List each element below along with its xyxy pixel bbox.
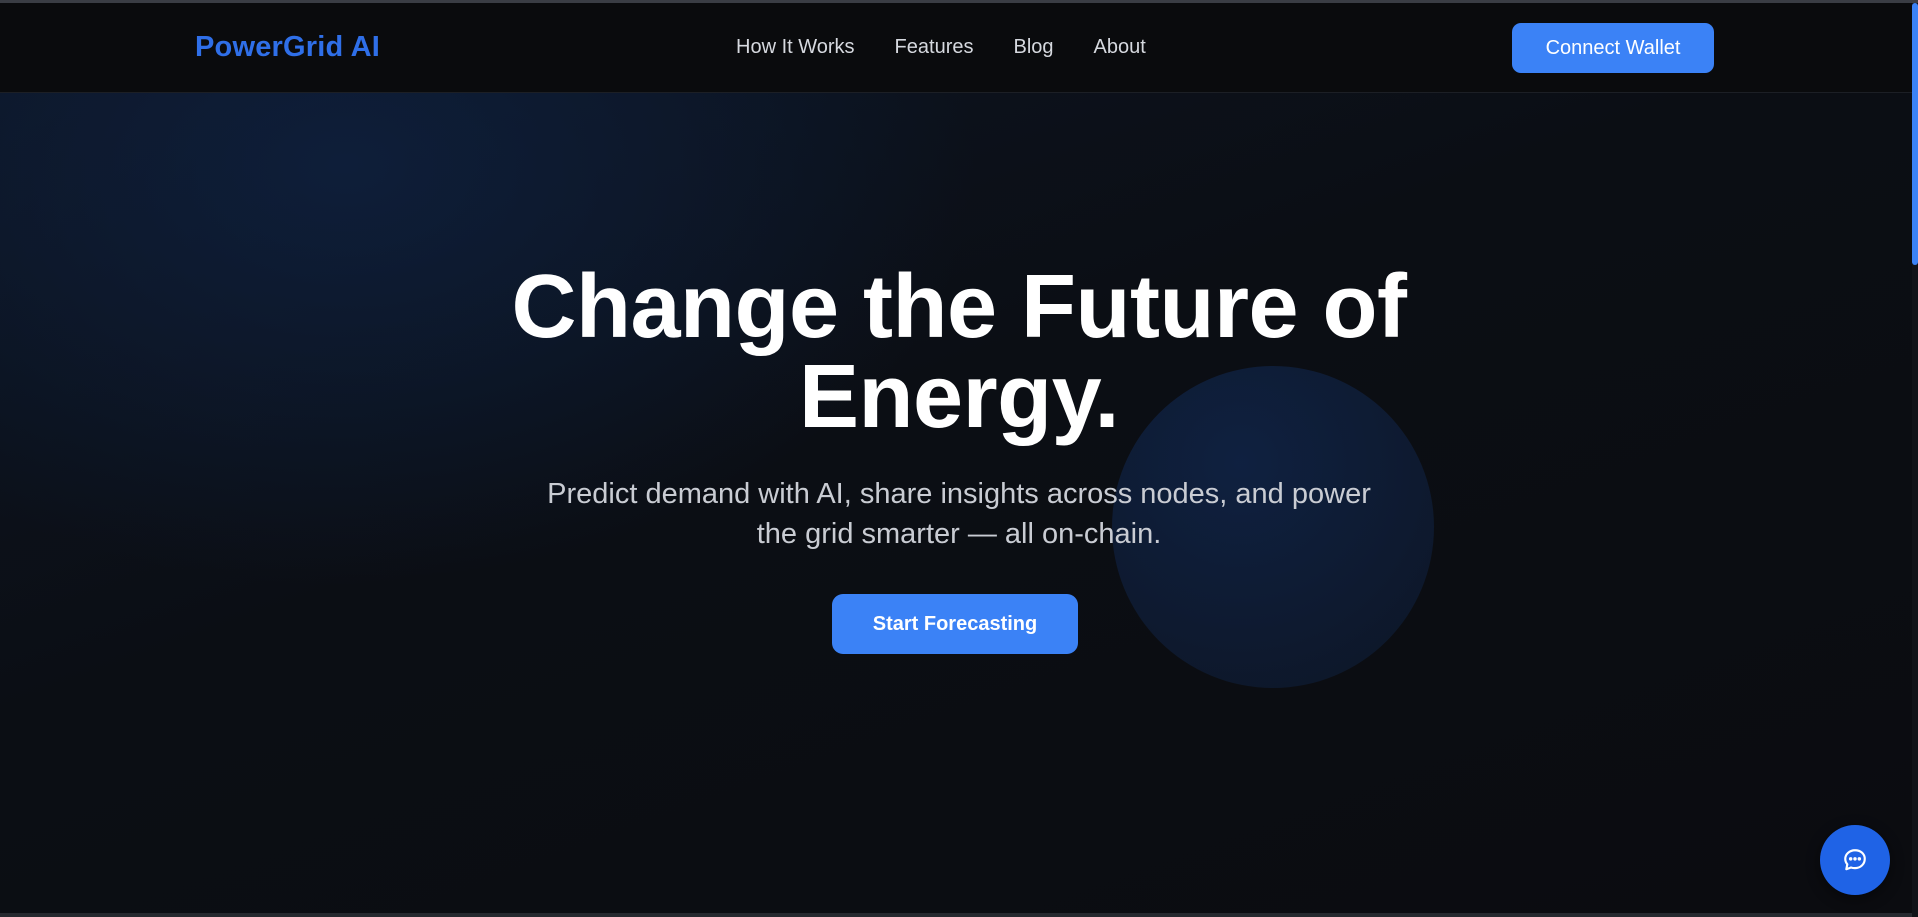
chat-button[interactable] bbox=[1820, 825, 1890, 895]
hero-subtitle-line-2: the grid smarter — all on-chain. bbox=[756, 518, 1162, 550]
brand-logo[interactable]: PowerGrid AI bbox=[195, 31, 380, 64]
hero-title: Change the Future of Energy. bbox=[459, 262, 1459, 442]
hero-title-line-1: Change the Future of bbox=[511, 257, 1407, 357]
hero-subtitle-line-1: Predict demand with AI, share insights a… bbox=[547, 478, 1371, 510]
connect-wallet-button[interactable]: Connect Wallet bbox=[1512, 23, 1714, 73]
main-nav: How It Works Features Blog About bbox=[736, 36, 1186, 59]
hero-title-line-2: Energy. bbox=[799, 347, 1119, 447]
nav-link-about[interactable]: About bbox=[1094, 36, 1146, 59]
nav-link-how-it-works[interactable]: How It Works bbox=[736, 36, 855, 59]
nav-link-blog[interactable]: Blog bbox=[1013, 36, 1053, 59]
top-navbar: PowerGrid AI How It Works Features Blog … bbox=[0, 3, 1912, 93]
chat-bubble-icon bbox=[1844, 849, 1866, 871]
hero-subtitle: Predict demand with AI, share insights a… bbox=[459, 474, 1459, 554]
nav-link-features[interactable]: Features bbox=[895, 36, 974, 59]
window-bottom-edge bbox=[0, 913, 1912, 917]
scrollbar-thumb[interactable] bbox=[1912, 3, 1918, 265]
landing-page: PowerGrid AI How It Works Features Blog … bbox=[0, 0, 1918, 917]
start-forecasting-button[interactable]: Start Forecasting bbox=[832, 594, 1078, 654]
